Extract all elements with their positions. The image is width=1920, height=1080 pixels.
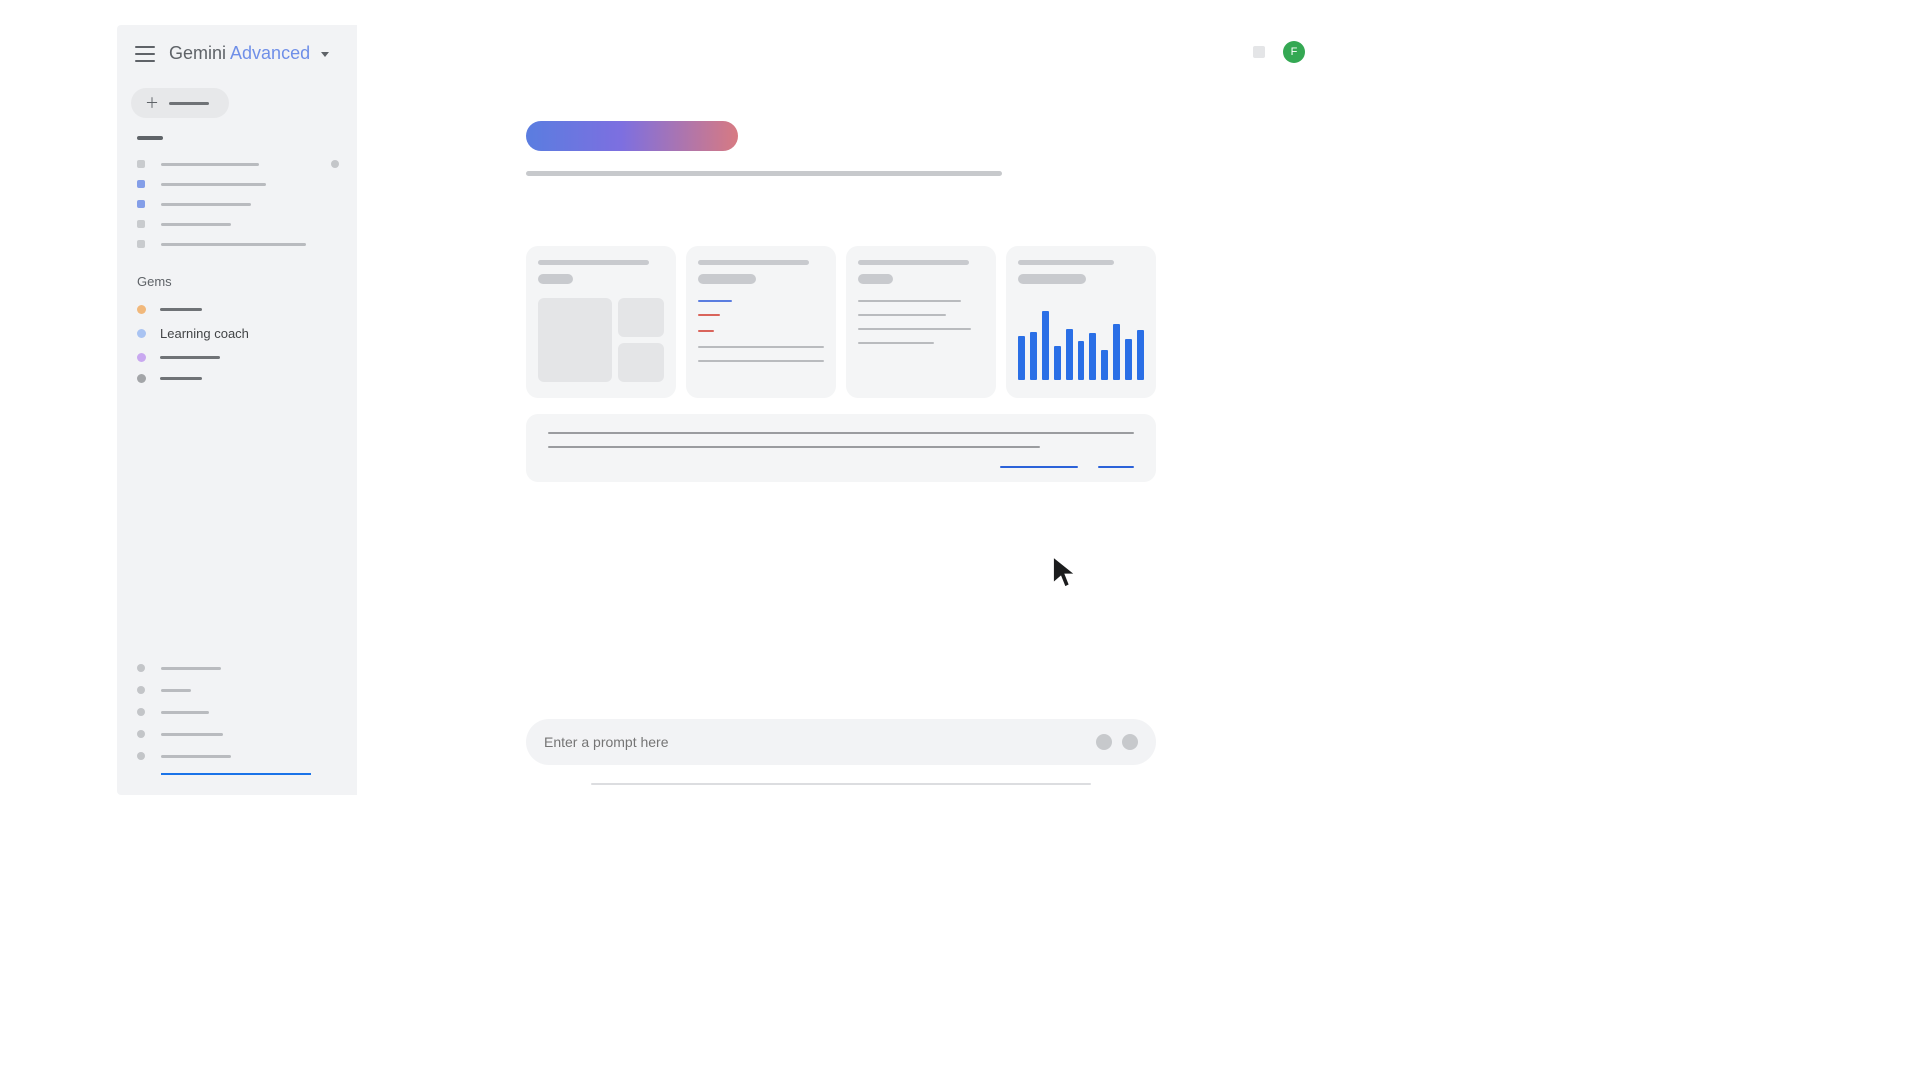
gem-color-icon [137, 374, 146, 383]
chevron-down-icon[interactable] [321, 52, 329, 57]
gem-label [160, 308, 202, 311]
footer-underline [161, 773, 311, 775]
footer-item[interactable] [131, 701, 343, 723]
footer-item[interactable] [131, 745, 343, 767]
recent-list [131, 154, 343, 254]
apps-icon[interactable] [1253, 46, 1265, 58]
main-area: F [357, 25, 1325, 795]
gem-label [160, 356, 220, 359]
avatar-initial: F [1291, 46, 1298, 58]
info-card-link-primary[interactable] [1000, 466, 1078, 468]
image-grid-icon [538, 298, 664, 382]
gem-color-icon [137, 353, 146, 362]
gem-color-icon [137, 305, 146, 314]
welcome-content [526, 121, 1156, 482]
recent-item[interactable] [131, 174, 343, 194]
recent-item[interactable] [131, 234, 343, 254]
recent-item[interactable] [131, 194, 343, 214]
subtitle-skeleton [526, 171, 1002, 176]
cursor-icon [1051, 555, 1077, 589]
greeting-pill [526, 121, 738, 151]
product-tier-text: Advanced [230, 43, 310, 63]
suggestion-card-list[interactable] [686, 246, 836, 398]
main-header-actions: F [1253, 41, 1305, 63]
avatar[interactable]: F [1283, 41, 1305, 63]
info-card [526, 414, 1156, 482]
gem-label: Learning coach [160, 326, 249, 341]
menu-icon[interactable] [135, 46, 155, 62]
gem-label [160, 377, 202, 380]
info-card-actions [548, 466, 1134, 468]
app-window: Gemini Advanced ＋ [117, 25, 1325, 795]
prompt-input[interactable] [544, 734, 1086, 750]
plus-icon: ＋ [145, 96, 159, 110]
bar-chart [1018, 302, 1144, 380]
recent-item[interactable] [131, 154, 343, 174]
prompt-bar[interactable] [526, 719, 1156, 765]
new-chat-label [169, 102, 209, 105]
product-title[interactable]: Gemini Advanced [169, 43, 329, 64]
sidebar: Gemini Advanced ＋ [117, 25, 357, 795]
suggestion-cards [526, 246, 1156, 398]
recent-item[interactable] [131, 214, 343, 234]
gem-item-learning-coach[interactable]: Learning coach [131, 320, 343, 347]
mic-icon[interactable] [1096, 734, 1112, 750]
sidebar-header: Gemini Advanced [131, 43, 343, 64]
gem-item[interactable] [131, 347, 343, 368]
footer-item[interactable] [131, 657, 343, 679]
recent-section-label [137, 136, 163, 140]
gem-item[interactable] [131, 299, 343, 320]
product-name-text: Gemini [169, 43, 226, 63]
gems-section-title: Gems [137, 274, 343, 289]
sidebar-footer-list [131, 657, 343, 775]
footer-item[interactable] [131, 723, 343, 745]
suggestion-card-chart[interactable] [1006, 246, 1156, 398]
footer-disclaimer [591, 783, 1091, 785]
gem-item[interactable] [131, 368, 343, 389]
footer-item[interactable] [131, 679, 343, 701]
gem-color-icon [137, 329, 146, 338]
image-upload-icon[interactable] [1122, 734, 1138, 750]
suggestion-card-image[interactable] [526, 246, 676, 398]
new-chat-button[interactable]: ＋ [131, 88, 229, 118]
info-card-link-secondary[interactable] [1098, 466, 1134, 468]
suggestion-card-text[interactable] [846, 246, 996, 398]
